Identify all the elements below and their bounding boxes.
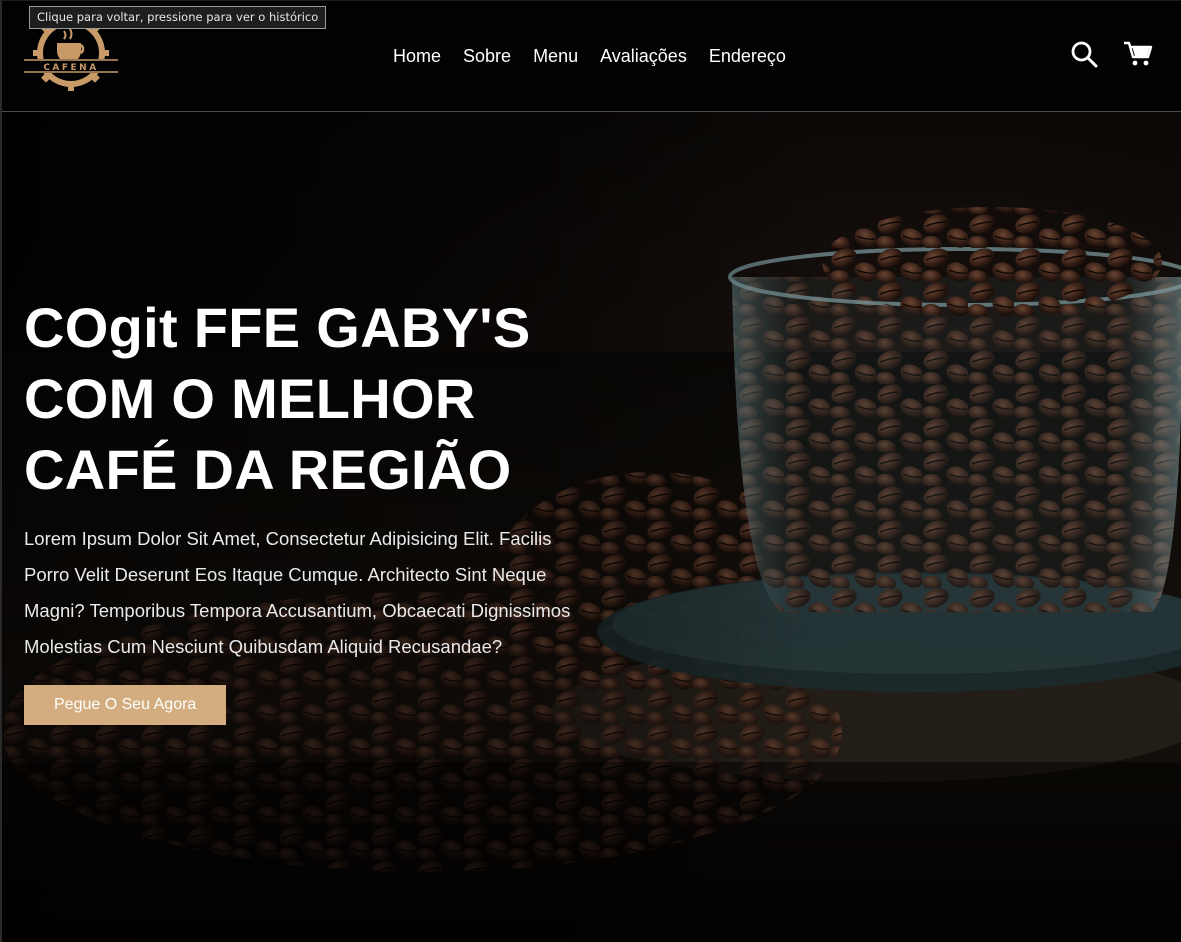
browser-viewport: Clique para voltar, pressione para ver o… xyxy=(0,0,1181,942)
nav-item-home[interactable]: Home xyxy=(382,44,452,68)
hero-title: COgit FFE GABY'S COM O MELHOR CAFÉ DA RE… xyxy=(24,292,624,505)
header-icons xyxy=(1069,39,1153,69)
nav-item-sobre[interactable]: Sobre xyxy=(452,44,522,68)
main-nav: Home Sobre Menu Avaliações Endereço xyxy=(382,44,797,68)
hero-title-line: CAFÉ DA REGIÃO xyxy=(24,438,512,501)
hero-description: Lorem Ipsum Dolor Sit Amet, Consectetur … xyxy=(24,521,624,665)
hero-text-line: Lorem Ipsum Dolor Sit Amet, Consectetur … xyxy=(24,528,552,549)
hero-content: COgit FFE GABY'S COM O MELHOR CAFÉ DA RE… xyxy=(24,292,624,725)
hero-text-line: Magni? Temporibus Tempora Accusantium, O… xyxy=(24,600,571,621)
search-icon xyxy=(1071,41,1098,68)
nav-item-menu[interactable]: Menu xyxy=(522,44,589,68)
back-button-tooltip: Clique para voltar, pressione para ver o… xyxy=(29,6,327,29)
get-yours-now-button[interactable]: Pegue O Seu Agora xyxy=(24,685,227,725)
cart-icon xyxy=(1124,41,1153,66)
svg-text:CAFENA: CAFENA xyxy=(43,63,98,73)
hero-section: COgit FFE GABY'S COM O MELHOR CAFÉ DA RE… xyxy=(2,112,1181,942)
hero-title-line: COM O MELHOR xyxy=(24,367,476,430)
hero-title-line: COgit FFE GABY'S xyxy=(24,296,531,359)
nav-item-endereco[interactable]: Endereço xyxy=(698,44,797,68)
nav-item-avaliacoes[interactable]: Avaliações xyxy=(589,44,698,68)
cart-button[interactable] xyxy=(1123,39,1153,69)
search-button[interactable] xyxy=(1069,39,1099,69)
hero-text-line: Molestias Cum Nesciunt Quibusdam Aliquid… xyxy=(24,636,503,657)
hero-text-line: Porro Velit Deserunt Eos Itaque Cumque. … xyxy=(24,564,547,585)
